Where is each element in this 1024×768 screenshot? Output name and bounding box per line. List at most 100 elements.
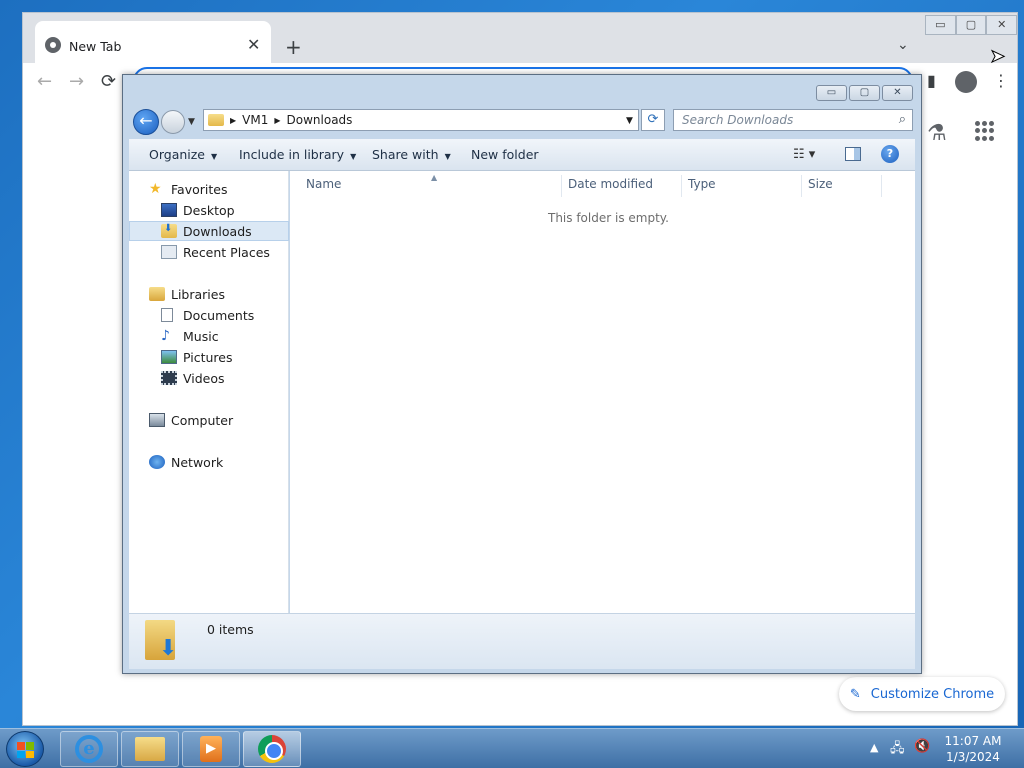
- file-explorer-icon: [135, 737, 165, 761]
- network-tray-icon[interactable]: 🖧: [890, 739, 905, 761]
- column-header-size[interactable]: Size: [802, 175, 882, 197]
- column-header-type[interactable]: Type: [682, 175, 802, 197]
- refresh-button[interactable]: ⟳: [641, 109, 665, 131]
- back-button[interactable]: ←: [133, 109, 159, 135]
- start-button[interactable]: [6, 731, 44, 767]
- tab-search-chevron-icon[interactable]: ⌄: [897, 37, 909, 53]
- nav-label: Pictures: [183, 349, 233, 365]
- clock[interactable]: 11:07 AM 1/3/2024: [940, 733, 1006, 765]
- close-button[interactable]: ✕: [986, 15, 1018, 35]
- change-view-icon[interactable]: ☷ ▾: [793, 147, 815, 162]
- minimize-button[interactable]: ▭: [925, 15, 956, 35]
- computer-icon: [149, 413, 165, 427]
- explorer-maximize-button[interactable]: ▢: [849, 85, 880, 101]
- nav-label: Desktop: [183, 202, 235, 218]
- menu-kebab-icon[interactable]: ⋮: [993, 71, 1009, 90]
- nav-music[interactable]: ♪ Music: [129, 326, 289, 346]
- command-bar: Organize ▼ Include in library ▼ Share with…: [129, 139, 915, 171]
- windows-logo-icon: [17, 742, 34, 758]
- empty-folder-message: This folder is empty.: [548, 211, 669, 225]
- documents-icon: [161, 308, 173, 322]
- volume-muted-icon[interactable]: 🔇: [914, 739, 930, 754]
- organize-label: Organize: [149, 147, 205, 162]
- new-folder-button[interactable]: New folder: [471, 147, 539, 162]
- nav-libraries[interactable]: Libraries: [129, 284, 289, 304]
- taskbar-chrome[interactable]: [243, 731, 301, 767]
- downloads-folder-large-icon: ⬇: [145, 620, 181, 662]
- nav-label: Documents: [183, 307, 255, 323]
- nav-downloads[interactable]: Downloads: [129, 221, 289, 241]
- star-icon: ★: [149, 181, 162, 197]
- include-in-library-button[interactable]: Include in library ▼: [239, 147, 356, 162]
- desktop-icon: [161, 203, 177, 217]
- chrome-logo-icon: [45, 37, 61, 53]
- breadcrumb-separator-icon: ▶: [230, 115, 237, 125]
- share-with-label: Share with: [372, 147, 439, 162]
- recent-pages-dropdown-icon[interactable]: ▼: [188, 117, 195, 127]
- nav-label: Libraries: [171, 286, 225, 302]
- column-header-date-modified[interactable]: Date modified: [562, 175, 682, 197]
- nav-label: Videos: [183, 370, 225, 386]
- taskbar-internet-explorer[interactable]: e: [60, 731, 118, 767]
- nav-network[interactable]: Network: [129, 452, 289, 472]
- forward-arrow-icon[interactable]: →: [69, 71, 84, 92]
- include-in-library-label: Include in library: [239, 147, 345, 162]
- sort-ascending-icon: ▲: [431, 173, 438, 182]
- search-input[interactable]: Search Downloads ⌕: [673, 109, 913, 131]
- explorer-close-button[interactable]: ✕: [882, 85, 913, 101]
- explorer-minimize-button[interactable]: ▭: [816, 85, 847, 101]
- item-count: 0 items: [207, 622, 254, 637]
- profile-avatar-icon[interactable]: [955, 71, 977, 93]
- nav-computer[interactable]: Computer: [129, 410, 289, 430]
- address-bar[interactable]: ▶ VM1 ▶ Downloads: [203, 109, 639, 131]
- maximize-button[interactable]: ▢: [955, 15, 987, 35]
- nav-label: Downloads: [183, 223, 252, 239]
- media-player-icon: ▶: [200, 736, 222, 762]
- nav-videos[interactable]: Videos: [129, 368, 289, 388]
- new-tab-button[interactable]: +: [285, 35, 302, 59]
- videos-icon: [161, 371, 177, 385]
- downloads-folder-icon: [208, 114, 224, 126]
- recent-places-icon: [161, 245, 177, 259]
- share-with-button[interactable]: Share with ▼: [372, 147, 451, 162]
- nav-recent-places[interactable]: Recent Places: [129, 242, 289, 262]
- search-placeholder: Search Downloads: [682, 113, 794, 127]
- back-arrow-icon[interactable]: ←: [37, 71, 52, 92]
- customize-chrome-label: Customize Chrome: [870, 686, 995, 702]
- side-panel-icon[interactable]: ▮: [927, 71, 936, 90]
- search-icon: ⌕: [898, 112, 906, 127]
- address-dropdown-icon[interactable]: ▼: [626, 116, 633, 126]
- customize-chrome-button[interactable]: ✎ Customize Chrome: [839, 677, 1005, 711]
- nav-documents[interactable]: Documents: [129, 305, 289, 325]
- help-icon[interactable]: ?: [881, 145, 899, 163]
- taskbar-media-player[interactable]: ▶: [182, 731, 240, 767]
- music-note-icon: ♪: [161, 328, 170, 344]
- chrome-tab-new-tab[interactable]: New Tab ✕: [35, 21, 271, 63]
- network-icon: [149, 455, 165, 469]
- taskbar: e ▶ ▲ 🖧 🔇 11:07 AM 1/3/2024: [0, 728, 1024, 768]
- explorer-navigation-bar: ← ▼ ▶ VM1 ▶ Downloads ▼ ⟳ Search Downloa…: [131, 107, 915, 135]
- nav-label: Computer: [171, 412, 234, 428]
- forward-button[interactable]: [161, 110, 185, 134]
- details-pane: ⬇ 0 items: [129, 613, 915, 669]
- internet-explorer-icon: e: [75, 735, 103, 763]
- navigation-pane: ★ Favorites Desktop Downloads Recent Plac…: [129, 171, 289, 613]
- breadcrumb-separator-icon: ▶: [274, 115, 281, 125]
- breadcrumb-vm1[interactable]: VM1: [242, 113, 268, 127]
- nav-desktop[interactable]: Desktop: [129, 200, 289, 220]
- explorer-window: ▭ ▢ ✕ ← ▼ ▶ VM1 ▶ Downloads ▼ ⟳ Search D…: [122, 74, 922, 674]
- chrome-window-controls: ▭ ▢ ✕: [925, 15, 1018, 37]
- reload-icon[interactable]: ⟳: [101, 71, 116, 92]
- nav-favorites[interactable]: ★ Favorites: [129, 179, 289, 199]
- nav-label: Music: [183, 328, 219, 344]
- organize-button[interactable]: Organize ▼: [149, 147, 217, 162]
- close-tab-icon[interactable]: ✕: [247, 35, 260, 54]
- taskbar-file-explorer[interactable]: [121, 731, 179, 767]
- nav-pictures[interactable]: Pictures: [129, 347, 289, 367]
- file-list: Name Date modified Type Size This folder…: [290, 171, 915, 613]
- show-hidden-icons-arrow[interactable]: ▲: [870, 741, 878, 754]
- google-apps-icon[interactable]: [975, 121, 995, 141]
- labs-flask-icon[interactable]: ⚗: [927, 121, 947, 146]
- breadcrumb-downloads[interactable]: Downloads: [287, 113, 353, 127]
- preview-pane-icon[interactable]: [845, 147, 861, 161]
